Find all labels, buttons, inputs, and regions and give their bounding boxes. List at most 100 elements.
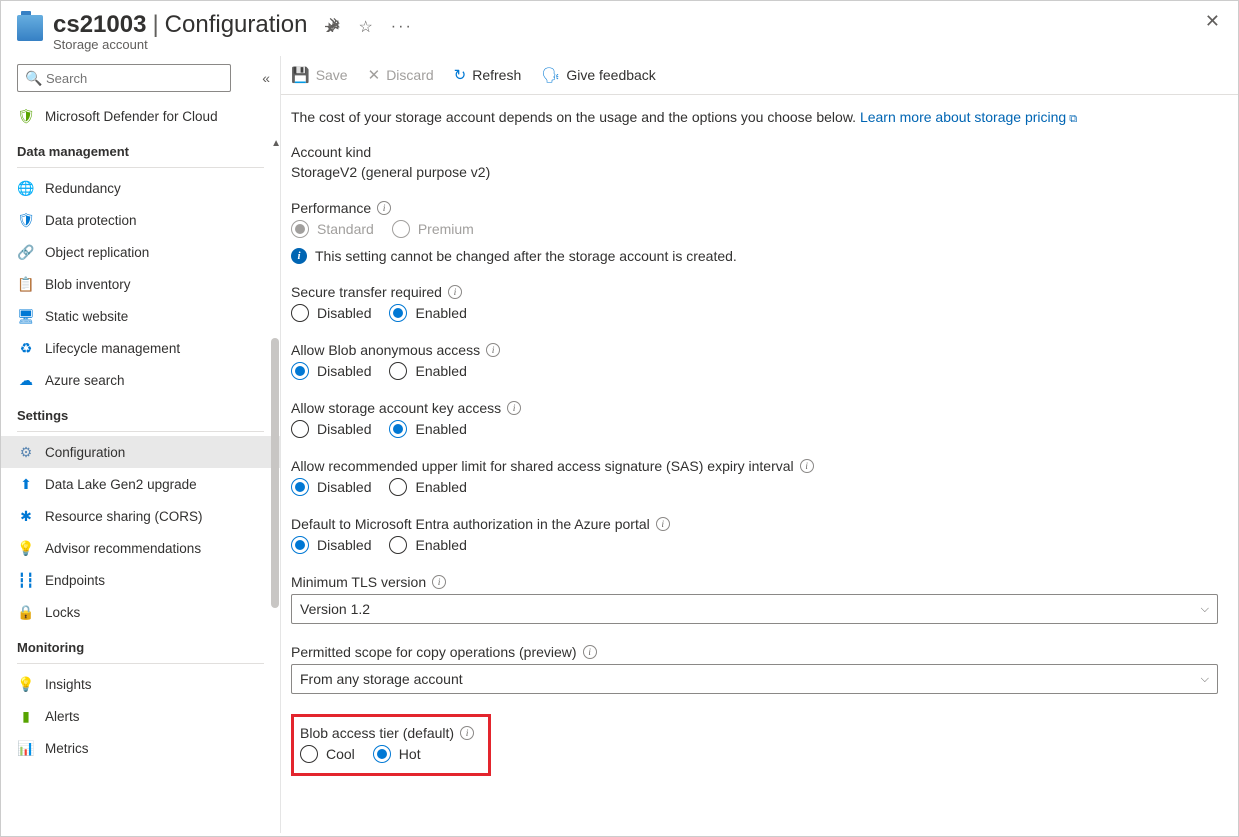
- info-icon[interactable]: i: [432, 575, 446, 589]
- info-icon[interactable]: i: [486, 343, 500, 357]
- info-icon[interactable]: i: [507, 401, 521, 415]
- favorite-icon[interactable]: ☆: [358, 17, 372, 37]
- nav-item-advisor[interactable]: 💡Advisor recommendations: [1, 532, 280, 564]
- nav-item-cors[interactable]: ✱ Resource sharing (CORS): [1, 500, 280, 532]
- nav-item-blob-inventory[interactable]: 📋Blob inventory: [1, 268, 280, 300]
- nav-item-static-website[interactable]: 🖥Static website: [1, 300, 280, 332]
- radio-performance-premium: Premium: [392, 220, 474, 238]
- radio-entra-enabled[interactable]: Enabled: [389, 536, 466, 554]
- search-input[interactable]: [17, 64, 231, 92]
- blob-tier-highlight: Blob access tier (default) i Cool Hot: [291, 714, 491, 776]
- blob-tier-label: Blob access tier (default): [300, 725, 454, 741]
- info-icon[interactable]: i: [583, 645, 597, 659]
- info-icon[interactable]: i: [460, 726, 474, 740]
- nav-label: Resource sharing (CORS): [45, 509, 203, 524]
- cloud-search-icon: ☁: [17, 371, 35, 389]
- tls-label: Minimum TLS version: [291, 574, 426, 590]
- account-kind-label: Account kind: [291, 144, 1218, 160]
- nav-item-lifecycle[interactable]: ♻Lifecycle management: [1, 332, 280, 364]
- refresh-button[interactable]: ↻Refresh: [454, 66, 522, 84]
- nav-menu: 🛡 Microsoft Defender for Cloud Data mana…: [1, 100, 280, 833]
- info-icon[interactable]: i: [377, 201, 391, 215]
- radio-secure-transfer-enabled[interactable]: Enabled: [389, 304, 466, 322]
- nav-label: Azure search: [45, 373, 125, 388]
- blade-header: cs21003 | Configuration Storage account …: [1, 1, 1238, 56]
- discard-icon: ✕: [368, 66, 381, 84]
- radio-secure-transfer-disabled[interactable]: Disabled: [291, 304, 371, 322]
- refresh-icon: ↻: [454, 66, 467, 84]
- nav-label: Microsoft Defender for Cloud: [45, 109, 218, 124]
- website-icon: 🖥: [17, 307, 35, 325]
- entra-auth-label: Default to Microsoft Entra authorization…: [291, 516, 650, 532]
- nav-label: Data Lake Gen2 upgrade: [45, 477, 197, 492]
- storage-account-icon: [17, 15, 43, 41]
- radio-entra-disabled[interactable]: Disabled: [291, 536, 371, 554]
- performance-label: Performance: [291, 200, 371, 216]
- secure-transfer-label: Secure transfer required: [291, 284, 442, 300]
- command-bar: 💾Save ✕Discard ↻Refresh 🗣Give feedback: [281, 56, 1238, 95]
- search-icon: 🔍: [25, 70, 42, 87]
- radio-blob-tier-hot[interactable]: Hot: [373, 745, 421, 763]
- feedback-button[interactable]: 🗣Give feedback: [541, 66, 656, 84]
- info-icon[interactable]: i: [800, 459, 814, 473]
- cors-icon: ✱: [17, 507, 35, 525]
- feedback-icon: 🗣: [541, 66, 560, 84]
- upgrade-icon: ⬆: [17, 475, 35, 493]
- more-icon[interactable]: ···: [391, 18, 413, 36]
- nav-label: Configuration: [45, 445, 125, 460]
- copy-scope-label: Permitted scope for copy operations (pre…: [291, 644, 577, 660]
- sidebar: 🔍 « ▲ 🛡 Microsoft Defender for Cloud Dat…: [1, 56, 281, 833]
- nav-item-data-protection[interactable]: 🛡Data protection: [1, 204, 280, 236]
- nav-item-locks[interactable]: 🔒Locks: [1, 596, 280, 628]
- radio-sas-expiry-disabled[interactable]: Disabled: [291, 478, 371, 496]
- radio-key-access-enabled[interactable]: Enabled: [389, 420, 466, 438]
- collapse-sidebar-icon[interactable]: «: [262, 70, 270, 86]
- nav-item-alerts[interactable]: ▮ Alerts: [1, 700, 280, 732]
- nav-label: Lifecycle management: [45, 341, 180, 356]
- lock-icon: 🔒: [17, 603, 35, 621]
- tls-version-select[interactable]: Version 1.2⌵: [291, 594, 1218, 624]
- metrics-icon: 📊: [17, 739, 35, 757]
- radio-performance-standard: Standard: [291, 220, 374, 238]
- nav-item-azure-search[interactable]: ☁ Azure search: [1, 364, 280, 396]
- nav-label: Alerts: [45, 709, 80, 724]
- section-monitoring: Monitoring: [1, 628, 280, 661]
- copy-scope-select[interactable]: From any storage account⌵: [291, 664, 1218, 694]
- inventory-icon: 📋: [17, 275, 35, 293]
- learn-more-link[interactable]: Learn more about storage pricing⧉: [860, 109, 1077, 125]
- chevron-down-icon: ⌵: [1201, 603, 1209, 616]
- alerts-icon: ▮: [17, 707, 35, 725]
- nav-item-datalake-upgrade[interactable]: ⬆ Data Lake Gen2 upgrade: [1, 468, 280, 500]
- nav-item-defender[interactable]: 🛡 Microsoft Defender for Cloud: [1, 100, 280, 132]
- close-icon[interactable]: ✕: [1205, 11, 1220, 32]
- radio-sas-expiry-enabled[interactable]: Enabled: [389, 478, 466, 496]
- nav-item-redundancy[interactable]: 🌐Redundancy: [1, 172, 280, 204]
- chevron-down-icon: ⌵: [1201, 673, 1209, 686]
- radio-anon-access-enabled[interactable]: Enabled: [389, 362, 466, 380]
- info-icon[interactable]: i: [448, 285, 462, 299]
- nav-item-endpoints[interactable]: ┇┇Endpoints: [1, 564, 280, 596]
- nav-label: Redundancy: [45, 181, 121, 196]
- section-data-management: Data management: [1, 132, 280, 165]
- advisor-icon: 💡: [17, 539, 35, 557]
- nav-item-insights[interactable]: 💡Insights: [1, 668, 280, 700]
- pin-icon[interactable]: [325, 17, 340, 37]
- performance-message: This setting cannot be changed after the…: [315, 248, 737, 264]
- blade-name: Configuration: [165, 11, 308, 39]
- info-icon[interactable]: i: [656, 517, 670, 531]
- nav-label: Metrics: [45, 741, 89, 756]
- radio-anon-access-disabled[interactable]: Disabled: [291, 362, 371, 380]
- info-badge-icon: i: [291, 248, 307, 264]
- save-button: 💾Save: [291, 66, 348, 84]
- radio-key-access-disabled[interactable]: Disabled: [291, 420, 371, 438]
- nav-item-configuration[interactable]: ⚙Configuration: [1, 436, 280, 468]
- content-pane: 💾Save ✕Discard ↻Refresh 🗣Give feedback T…: [281, 56, 1238, 833]
- nav-item-object-replication[interactable]: 🔗Object replication: [1, 236, 280, 268]
- scrollbar-thumb[interactable]: [271, 338, 279, 608]
- nav-item-metrics[interactable]: 📊 Metrics: [1, 732, 280, 764]
- section-settings: Settings: [1, 396, 280, 429]
- radio-blob-tier-cool[interactable]: Cool: [300, 745, 355, 763]
- endpoints-icon: ┇┇: [17, 571, 35, 589]
- nav-label: Data protection: [45, 213, 137, 228]
- account-kind-value: StorageV2 (general purpose v2): [291, 164, 1218, 180]
